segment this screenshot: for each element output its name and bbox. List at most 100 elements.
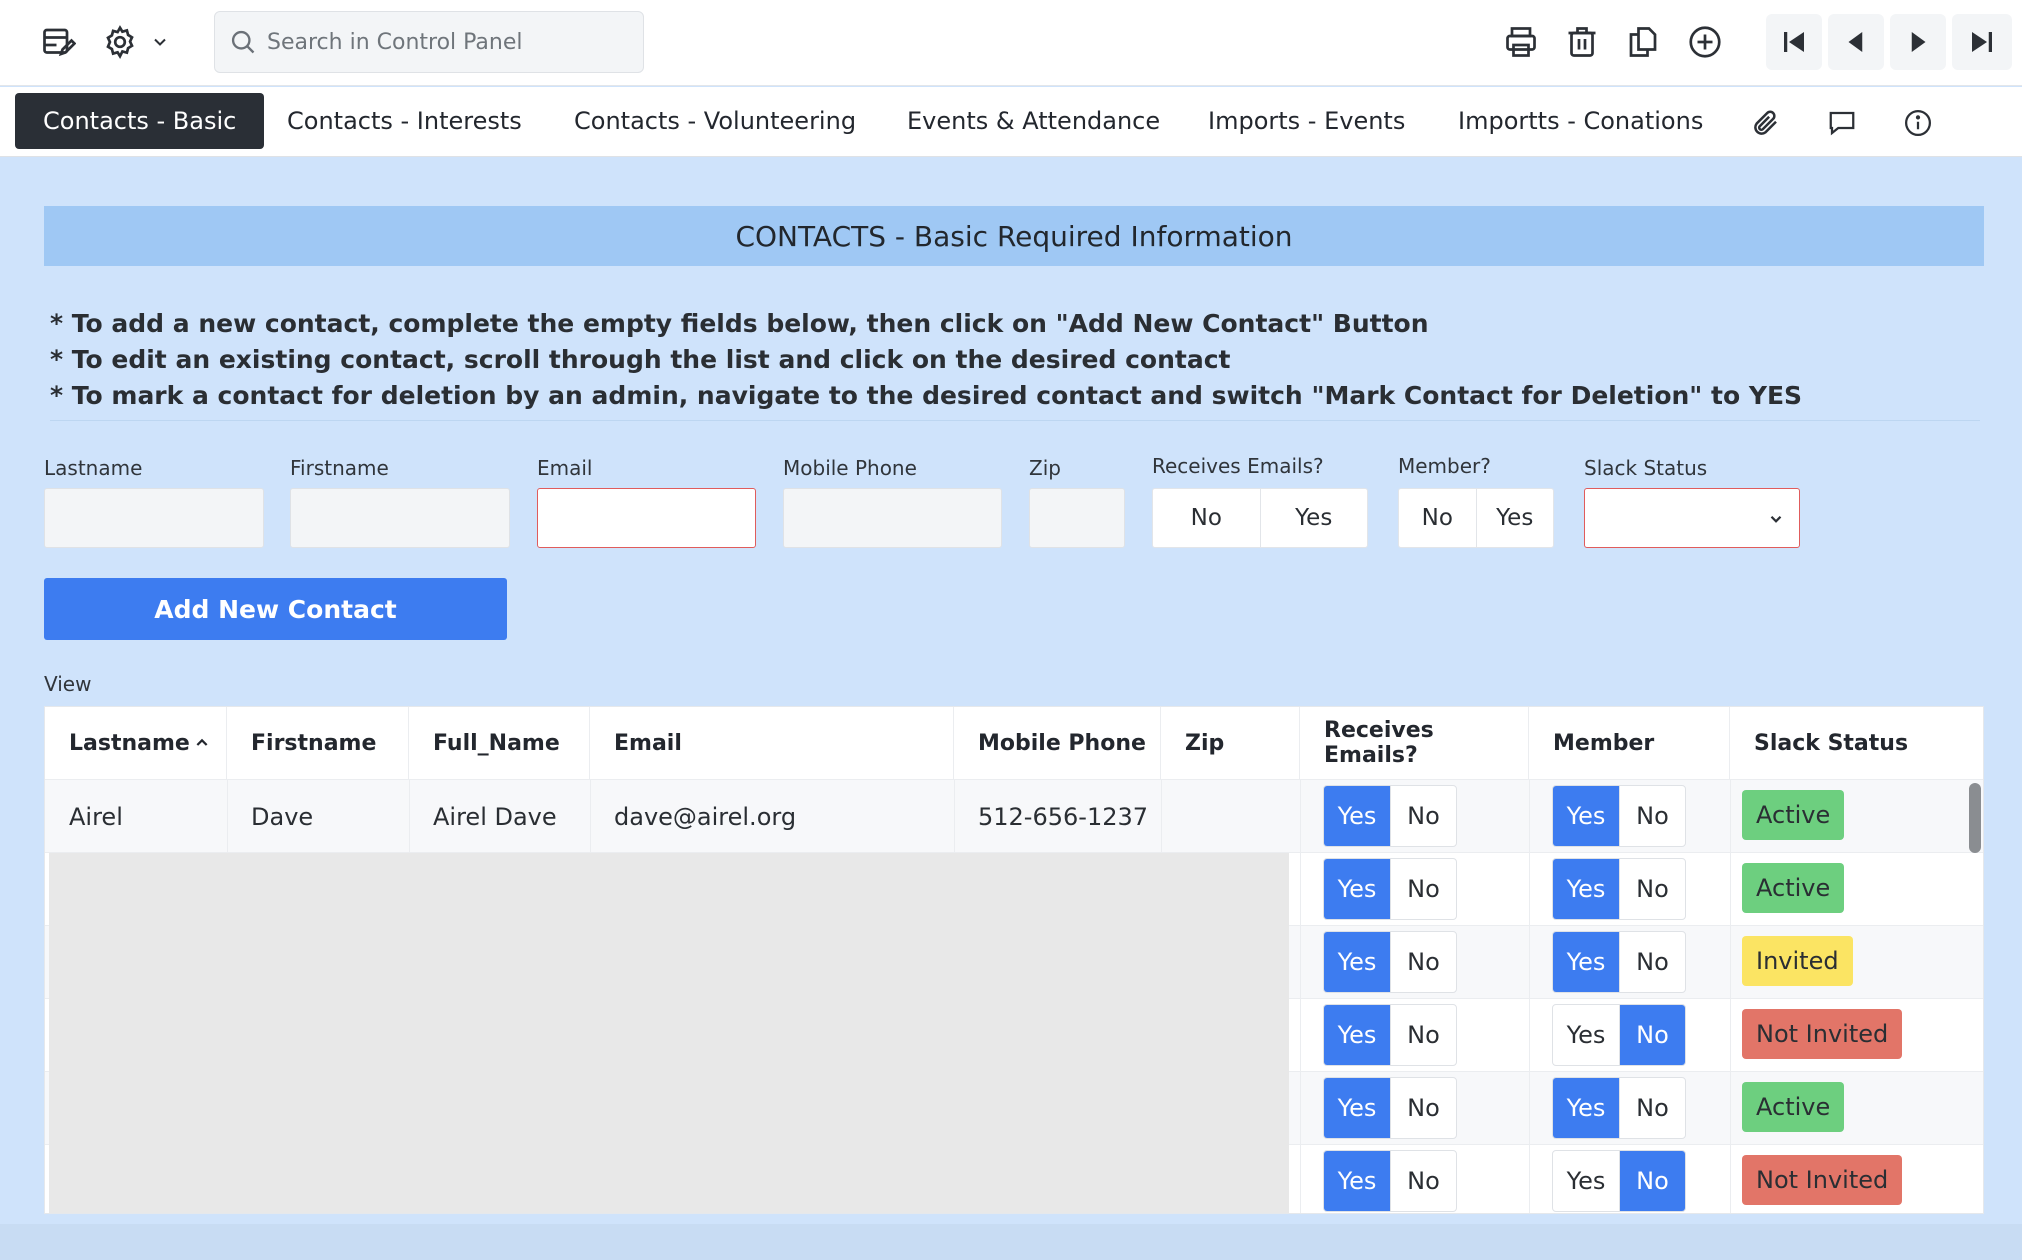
- view-label: View: [44, 672, 92, 696]
- zip-field[interactable]: [1029, 488, 1125, 548]
- header-lastname[interactable]: Lastname: [45, 707, 227, 779]
- yes-option[interactable]: Yes: [1553, 859, 1619, 919]
- tab-contacts-interests[interactable]: Contacts - Interests: [259, 93, 550, 149]
- gear-icon[interactable]: [98, 20, 142, 64]
- cell-firstname: Dave: [251, 802, 314, 831]
- info-icon[interactable]: [1898, 103, 1938, 143]
- email-field[interactable]: [537, 488, 756, 548]
- chevron-down-icon: [1770, 515, 1782, 523]
- slack-status-badge: Active: [1742, 790, 1845, 840]
- yes-option[interactable]: Yes: [1324, 786, 1390, 846]
- receives-emails-toggle[interactable]: Yes No: [1323, 1150, 1457, 1212]
- member-no-option[interactable]: No: [1399, 489, 1476, 547]
- no-option[interactable]: No: [1619, 1151, 1685, 1211]
- receives-emails-toggle[interactable]: Yes No: [1323, 931, 1457, 993]
- slack-status-badge: Active: [1742, 1082, 1845, 1132]
- member-toggle[interactable]: Yes No: [1552, 858, 1686, 920]
- no-option[interactable]: No: [1390, 1151, 1456, 1211]
- firstname-field[interactable]: [290, 488, 510, 548]
- chevron-down-icon[interactable]: [148, 20, 172, 64]
- cell-lastname: Airel: [69, 802, 123, 831]
- header-full-name[interactable]: Full_Name: [409, 707, 590, 779]
- header-mobile-phone[interactable]: Mobile Phone: [954, 707, 1161, 779]
- receives-emails-toggle[interactable]: Yes No: [1323, 1077, 1457, 1139]
- add-new-contact-button[interactable]: Add New Contact: [44, 578, 507, 640]
- member-toggle[interactable]: No Yes: [1398, 488, 1554, 548]
- paperclip-icon[interactable]: [1746, 103, 1786, 143]
- lastname-field[interactable]: [44, 488, 264, 548]
- yes-option[interactable]: Yes: [1324, 932, 1390, 992]
- receives-emails-toggle[interactable]: Yes No: [1323, 785, 1457, 847]
- receives-yes-option[interactable]: Yes: [1259, 489, 1368, 547]
- no-option[interactable]: No: [1390, 932, 1456, 992]
- yes-option[interactable]: Yes: [1553, 1005, 1619, 1065]
- yes-option[interactable]: Yes: [1553, 1151, 1619, 1211]
- no-option[interactable]: No: [1390, 1078, 1456, 1138]
- divider: [50, 420, 1980, 421]
- print-icon[interactable]: [1499, 20, 1543, 64]
- tab-imports-donations[interactable]: Importts - Conations: [1430, 93, 1731, 149]
- first-record-icon[interactable]: [1766, 14, 1822, 70]
- lastname-label: Lastname: [44, 456, 143, 480]
- member-yes-option[interactable]: Yes: [1475, 489, 1554, 547]
- yes-option[interactable]: Yes: [1324, 859, 1390, 919]
- no-option[interactable]: No: [1619, 932, 1685, 992]
- next-record-icon[interactable]: [1890, 14, 1946, 70]
- no-option[interactable]: No: [1390, 859, 1456, 919]
- tab-events-attendance[interactable]: Events & Attendance: [879, 93, 1188, 149]
- yes-option[interactable]: Yes: [1553, 786, 1619, 846]
- header-member[interactable]: Member: [1529, 707, 1730, 779]
- instructions: * To add a new contact, complete the emp…: [50, 306, 1802, 414]
- receives-emails-toggle[interactable]: Yes No: [1323, 1004, 1457, 1066]
- header-slack-status[interactable]: Slack Status: [1730, 707, 1983, 779]
- yes-option[interactable]: Yes: [1324, 1151, 1390, 1211]
- receives-emails-toggle[interactable]: Yes No: [1323, 858, 1457, 920]
- add-icon[interactable]: [1683, 20, 1727, 64]
- header-email[interactable]: Email: [590, 707, 954, 779]
- receives-emails-toggle[interactable]: No Yes: [1152, 488, 1368, 548]
- no-option[interactable]: No: [1619, 1005, 1685, 1065]
- slack-status-label: Slack Status: [1584, 456, 1708, 480]
- header-zip[interactable]: Zip: [1161, 707, 1300, 779]
- header-label: Lastname: [69, 730, 190, 756]
- yes-option[interactable]: Yes: [1324, 1005, 1390, 1065]
- top-toolbar: [0, 0, 2022, 86]
- search-input[interactable]: [267, 29, 627, 55]
- member-toggle[interactable]: Yes No: [1552, 931, 1686, 993]
- edit-table-icon[interactable]: [36, 20, 80, 64]
- tab-contacts-basic[interactable]: Contacts - Basic: [15, 93, 265, 149]
- search-icon: [231, 30, 255, 54]
- no-option[interactable]: No: [1619, 1078, 1685, 1138]
- table-scrollbar[interactable]: [1969, 783, 1981, 853]
- tab-imports-events[interactable]: Imports - Events: [1180, 93, 1433, 149]
- section-banner: CONTACTS - Basic Required Information: [44, 206, 1984, 266]
- search-box[interactable]: [214, 11, 644, 73]
- receives-no-option[interactable]: No: [1153, 489, 1260, 547]
- last-record-icon[interactable]: [1952, 14, 2012, 70]
- comment-icon[interactable]: [1822, 103, 1862, 143]
- no-option[interactable]: No: [1619, 859, 1685, 919]
- yes-option[interactable]: Yes: [1553, 1078, 1619, 1138]
- no-option[interactable]: No: [1390, 786, 1456, 846]
- yes-option[interactable]: Yes: [1324, 1078, 1390, 1138]
- member-toggle[interactable]: Yes No: [1552, 1150, 1686, 1212]
- no-option[interactable]: No: [1619, 786, 1685, 846]
- no-option[interactable]: No: [1390, 1005, 1456, 1065]
- instruction-line: * To mark a contact for deletion by an a…: [50, 381, 1803, 410]
- prev-record-icon[interactable]: [1828, 14, 1884, 70]
- member-toggle[interactable]: Yes No: [1552, 1077, 1686, 1139]
- mobile-field[interactable]: [783, 488, 1002, 548]
- member-toggle[interactable]: Yes No: [1552, 1004, 1686, 1066]
- email-label: Email: [537, 456, 593, 480]
- table-row[interactable]: Airel Dave Airel Dave dave@airel.org 512…: [45, 779, 1983, 853]
- copy-icon[interactable]: [1621, 20, 1665, 64]
- cell-zip: [1161, 780, 1185, 853]
- slack-status-select[interactable]: [1584, 488, 1800, 548]
- member-toggle[interactable]: Yes No: [1552, 785, 1686, 847]
- trash-icon[interactable]: [1560, 20, 1604, 64]
- header-receives-emails[interactable]: Receives Emails?: [1300, 707, 1529, 779]
- tab-contacts-volunteering[interactable]: Contacts - Volunteering: [546, 93, 884, 149]
- column-divider: [1300, 779, 1301, 1213]
- header-firstname[interactable]: Firstname: [227, 707, 409, 779]
- yes-option[interactable]: Yes: [1553, 932, 1619, 992]
